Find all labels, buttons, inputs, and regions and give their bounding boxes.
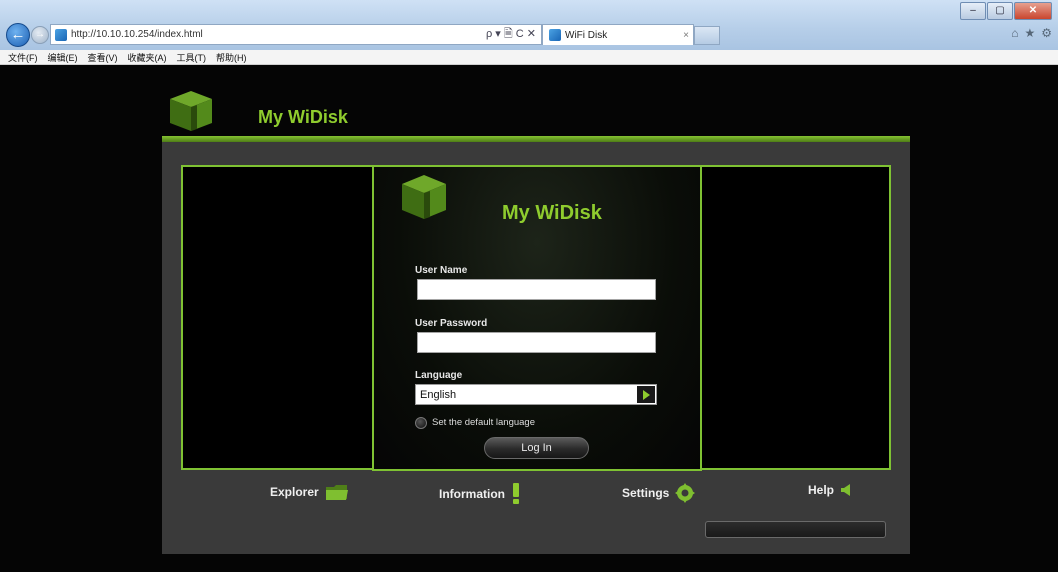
nav-settings[interactable]: Settings (622, 483, 696, 503)
menu-tools[interactable]: 工具(T) (172, 51, 212, 64)
nav-explorer-label: Explorer (270, 485, 319, 499)
nav-information[interactable]: Information (439, 483, 521, 505)
address-url[interactable]: http://10.10.10.254/index.html (71, 29, 486, 40)
username-input[interactable] (417, 279, 656, 300)
username-label: User Name (415, 265, 468, 276)
browser-right-icons: ⌂ ★ ⚙ (1011, 26, 1052, 40)
menu-edit[interactable]: 编辑(E) (43, 51, 83, 64)
login-title: My WiDisk (502, 202, 602, 224)
arrow-left-icon: ← (10, 26, 26, 43)
status-bar (705, 521, 886, 538)
browser-titlebar: – ▢ ✕ ← → http://10.10.10.254/index.html… (0, 0, 1058, 50)
forward-button[interactable]: → (31, 26, 49, 44)
nav-help-label: Help (808, 483, 835, 497)
nav-settings-label: Settings (622, 486, 670, 500)
gear-icon (675, 483, 696, 503)
menu-view[interactable]: 查看(V) (83, 51, 123, 64)
tab-title: WiFi Disk (565, 29, 608, 41)
language-label: Language (415, 370, 463, 381)
address-tools[interactable]: ρ ▾ 🗎 C ✕ (486, 25, 541, 44)
menu-file[interactable]: 文件(F) (0, 51, 43, 64)
window-controls: – ▢ ✕ (959, 2, 1052, 20)
address-bar[interactable]: http://10.10.10.254/index.html ρ ▾ 🗎 C ✕ (50, 24, 542, 45)
default-language-radio[interactable] (415, 417, 427, 429)
tab-favicon-icon (549, 29, 561, 41)
password-input[interactable] (417, 332, 656, 353)
password-label: User Password (415, 318, 488, 329)
maximize-button[interactable]: ▢ (987, 2, 1013, 20)
page-content: My WiDisk My WiDisk User Name User Passw… (0, 65, 1058, 572)
login-cube-logo-icon (400, 173, 448, 221)
folder-icon (325, 483, 349, 501)
site-favicon-icon (55, 28, 67, 41)
header-title: My WiDisk (258, 107, 348, 127)
language-selected-value: English (420, 388, 457, 401)
tab-close-icon[interactable]: × (679, 30, 693, 41)
exclamation-icon (511, 483, 521, 505)
nav-explorer[interactable]: Explorer (270, 483, 349, 501)
favorites-star-icon[interactable]: ★ (1024, 26, 1035, 40)
home-icon[interactable]: ⌂ (1011, 26, 1018, 40)
nav-help[interactable]: Help (808, 483, 852, 497)
speaker-icon (840, 483, 852, 497)
arrow-right-icon: → (35, 29, 45, 40)
new-tab-button[interactable] (694, 26, 720, 45)
menu-help[interactable]: 帮助(H) (211, 51, 252, 64)
minimize-button[interactable]: – (960, 2, 986, 20)
browser-menubar: 文件(F) 编辑(E) 查看(V) 收藏夹(A) 工具(T) 帮助(H) (0, 50, 1058, 65)
menu-favorites[interactable]: 收藏夹(A) (123, 51, 172, 64)
dropdown-arrow-icon[interactable] (637, 386, 655, 403)
login-button[interactable]: Log In (484, 437, 589, 459)
close-button[interactable]: ✕ (1014, 2, 1052, 20)
tools-gear-icon[interactable]: ⚙ (1041, 26, 1052, 40)
language-select[interactable]: English (415, 384, 657, 405)
default-language-label: Set the default language (432, 417, 536, 428)
cube-logo-icon (168, 89, 214, 133)
back-button[interactable]: ← (6, 23, 30, 47)
nav-information-label: Information (439, 487, 505, 501)
browser-tab[interactable]: WiFi Disk × (542, 24, 694, 45)
